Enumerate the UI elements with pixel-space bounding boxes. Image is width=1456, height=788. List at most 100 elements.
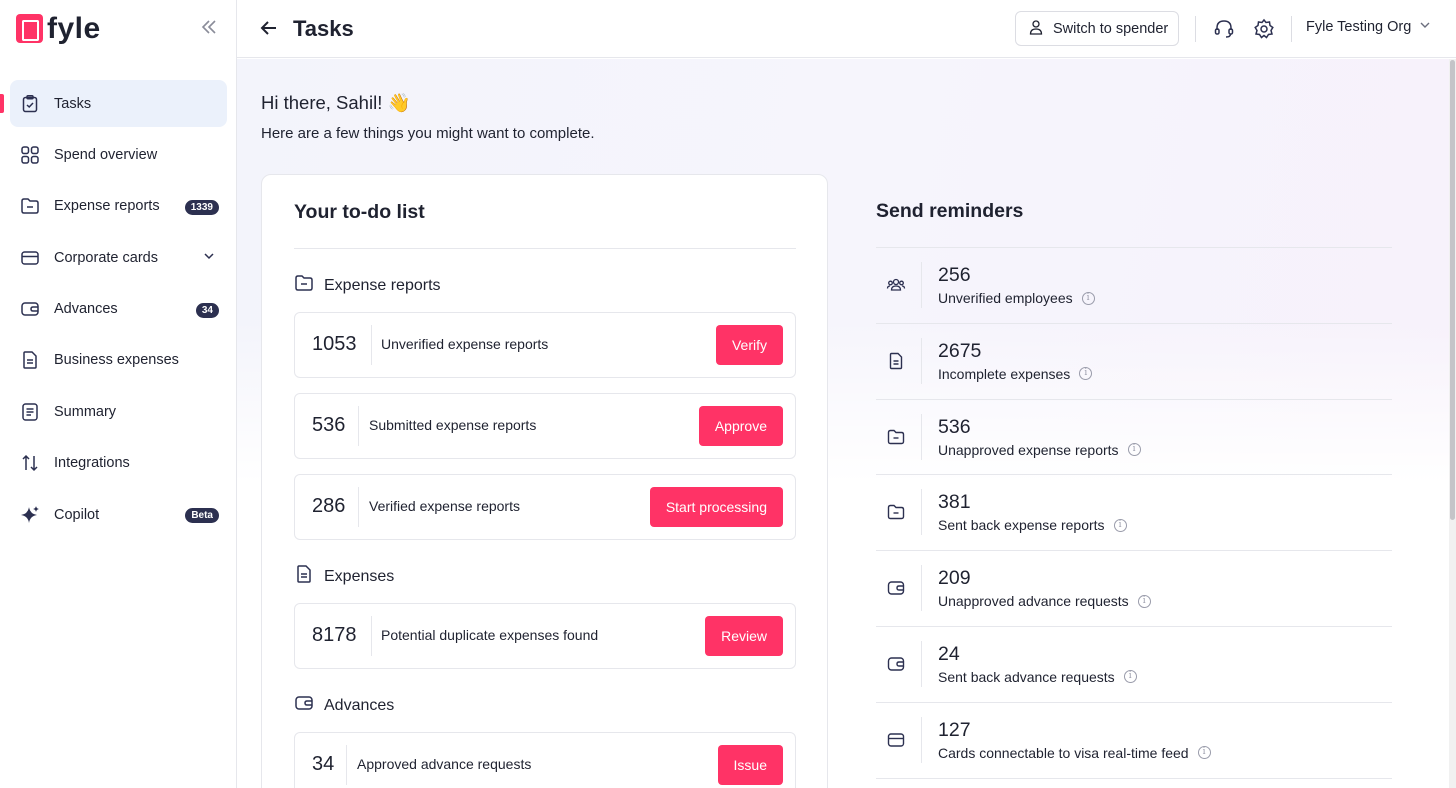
switch-to-spender-label: Switch to spender [1053,20,1169,37]
reminder-label-wrap: Cards connectable to visa real-time feed… [938,745,1211,761]
wallet-icon [886,654,906,674]
card-icon [886,730,906,750]
sidebar-item-copilot[interactable]: Copilot Beta [10,491,227,538]
reminder-label-wrap: Sent back advance requests i [938,669,1137,685]
reminder-row[interactable]: 127 Cards connectable to visa real-time … [876,703,1392,779]
fyle-logo[interactable]: fyle [16,11,101,45]
sidebar-item-integrations[interactable]: Integrations [10,440,227,487]
reminder-label-wrap: Incomplete expenses i [938,365,1093,382]
reminder-count: 536 [938,415,971,438]
divider [1195,16,1196,42]
reminder-label-wrap: Sent back expense reports i [938,517,1127,533]
sidebar-item-label: Advances [54,301,118,318]
reminder-row[interactable]: 24 Sent back advance requests i [876,627,1392,703]
sidebar-item-label: Copilot [54,506,100,523]
switch-to-spender-button[interactable]: Switch to spender [1015,11,1179,46]
list-icon [19,401,41,423]
approve-button[interactable]: Approve [698,406,783,446]
scrollbar-thumb[interactable] [1450,60,1455,520]
collapse-sidebar-icon[interactable] [198,16,220,38]
todo-list-title: Your to-do list [294,201,425,223]
task-row: 536 Submitted expense reports Approve [294,393,796,459]
sidebar-item-summary[interactable]: Summary [10,388,227,435]
divider [921,337,922,384]
reminder-label-wrap: Unapproved expense reports i [938,442,1141,458]
task-row: 1053 Unverified expense reports Verify [294,312,796,378]
beta-badge: Beta [185,508,219,524]
document-icon [19,349,41,371]
wallet-icon [886,578,906,598]
task-row: 8178 Potential duplicate expenses found … [294,603,796,669]
reminder-row[interactable]: 2675 Incomplete expenses i [876,324,1392,400]
reminder-label-wrap: Unapproved advance requests i [938,593,1151,609]
divider [921,565,922,612]
divider [294,248,796,249]
sidebar-item-tasks[interactable]: Tasks [0,80,227,127]
reminder-count: 256 [938,264,971,286]
folder-icon [294,273,314,298]
sidebar-item-business-expenses[interactable]: Business expenses [10,337,227,384]
task-label: Approved advance requests [357,756,532,772]
info-icon[interactable]: i [1079,367,1093,381]
greeting-heading: Hi there, Sahil! 👋 [261,92,411,113]
folder-icon [886,502,906,522]
section-advances: Advances [294,693,394,718]
reminder-label: Unverified employees [938,290,1073,306]
section-expenses: Expenses [294,564,394,589]
task-label: Potential duplicate expenses found [381,627,599,643]
info-icon[interactable]: i [1113,518,1127,532]
task-count: 34 [312,753,335,775]
verify-button[interactable]: Verify [715,325,783,365]
reminder-label: Incomplete expenses [938,365,1071,382]
info-icon[interactable]: i [1197,746,1211,760]
review-button[interactable]: Review [705,616,783,656]
section-title: Advances [324,696,395,714]
info-icon[interactable]: i [1123,670,1137,684]
reminder-label: Sent back advance requests [938,668,1115,685]
page-title: Tasks [293,16,354,41]
issue-button[interactable]: Issue [717,745,783,785]
reminder-row[interactable]: 256 Unverified employees i [876,248,1392,324]
section-title: Expense reports [324,276,441,294]
folder-icon [886,427,906,447]
back-arrow-icon[interactable] [259,18,281,40]
task-count: 286 [312,495,346,517]
reminder-row[interactable]: 209 Unapproved advance requests i [876,551,1392,627]
reminder-row[interactable]: 536 Unapproved expense reports i [876,400,1392,476]
divider [358,406,359,446]
brand-name: fyle [47,11,101,45]
sidebar-item-expense-reports[interactable]: Expense reports 1339 [10,183,227,230]
org-switcher[interactable]: Fyle Testing Org [1306,19,1431,35]
reminder-row[interactable]: 381 Sent back expense reports i [876,475,1392,552]
task-label: Submitted expense reports [369,417,537,433]
document-icon [886,351,906,371]
sidebar-item-spend-overview[interactable]: Spend overview [10,131,227,178]
sidebar-item-corporate-cards[interactable]: Corporate cards [10,234,227,281]
headset-icon[interactable] [1213,18,1235,40]
info-icon[interactable]: i [1137,594,1151,608]
reminder-label: Unapproved expense reports [938,441,1119,458]
sidebar-item-label: Corporate cards [54,249,158,266]
info-icon[interactable]: i [1081,291,1095,305]
card-icon [19,247,41,269]
divider [921,413,922,460]
sidebar-item-advances[interactable]: Advances 34 [10,286,227,333]
count-badge: 34 [195,302,219,318]
divider [346,745,347,785]
wallet-icon [294,693,314,718]
reminders-list: 256 Unverified employees i 2675 Incomple… [876,247,1392,779]
arrows-icon [19,452,41,474]
todo-list-card: Your to-do list Expense reports 1053 Unv… [261,174,828,788]
task-label: Unverified expense reports [381,336,549,352]
sidebar-item-label: Business expenses [54,352,179,369]
task-label: Verified expense reports [369,498,520,514]
sidebar-item-label: Spend overview [54,146,158,163]
gear-icon[interactable] [1253,18,1275,40]
users-icon [886,275,906,295]
sidebar-item-label: Integrations [54,455,130,472]
chevron-down-icon[interactable] [203,249,215,267]
info-icon[interactable]: i [1127,443,1141,457]
divider [921,262,922,308]
start-processing-button[interactable]: Start processing [649,487,783,527]
divider [921,640,922,687]
